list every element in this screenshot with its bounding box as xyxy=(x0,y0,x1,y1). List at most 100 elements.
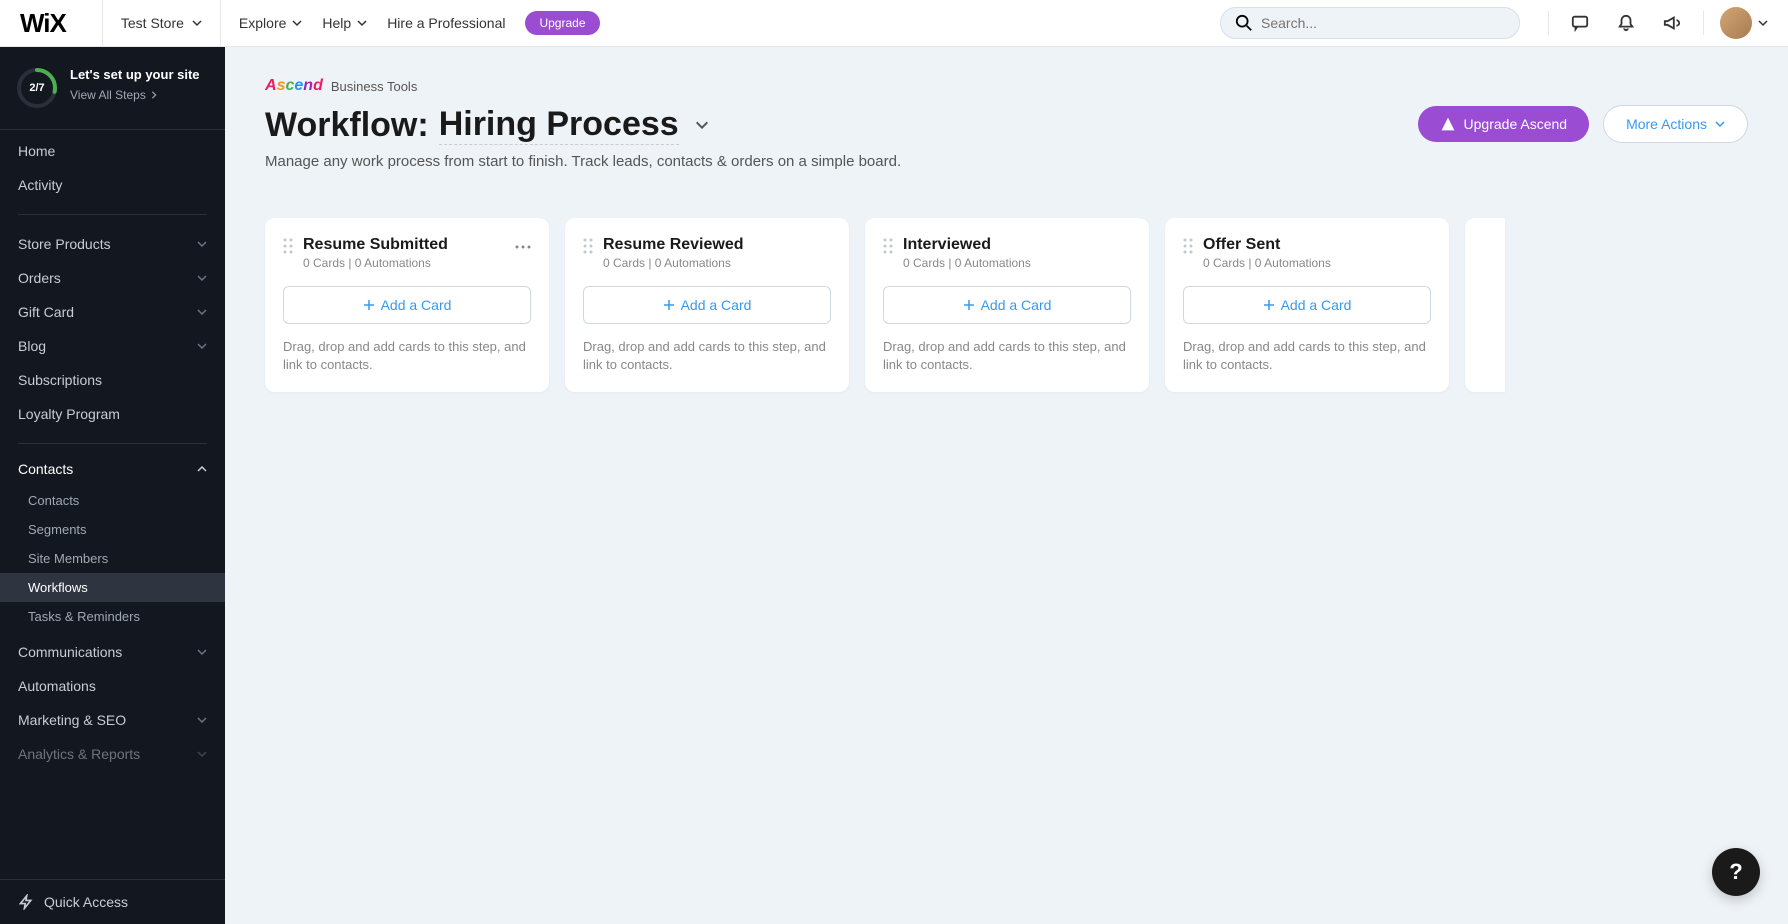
nav-label: Store Products xyxy=(18,236,111,252)
nav-label: Segments xyxy=(28,522,87,537)
sidebar-item-segments[interactable]: Segments xyxy=(0,515,225,544)
page-title-wrap[interactable]: Workflow: Hiring Process xyxy=(265,105,709,145)
drag-handle-icon[interactable] xyxy=(583,238,593,259)
column-resume-submitted: Resume Submitted 0 Cards | 0 Automations… xyxy=(265,218,549,392)
plus-icon xyxy=(363,299,375,311)
drag-handle-icon[interactable] xyxy=(1183,238,1193,259)
sidebar-item-marketing-seo[interactable]: Marketing & SEO xyxy=(0,703,225,737)
help-menu[interactable]: Help xyxy=(322,15,367,31)
nav-label: Communications xyxy=(18,644,122,660)
add-card-button[interactable]: Add a Card xyxy=(1183,286,1431,324)
sidebar-item-loyalty-program[interactable]: Loyalty Program xyxy=(0,397,225,431)
explore-label: Explore xyxy=(239,15,286,31)
chevron-down-icon[interactable] xyxy=(695,121,709,129)
nav-label: Subscriptions xyxy=(18,372,102,388)
add-card-label: Add a Card xyxy=(981,297,1052,313)
sidebar-item-activity[interactable]: Activity xyxy=(0,168,225,202)
quick-access[interactable]: Quick Access xyxy=(0,879,225,924)
column-hint: Drag, drop and add cards to this step, a… xyxy=(583,338,831,374)
chevron-down-icon xyxy=(197,275,207,281)
sidebar-item-analytics-reports[interactable]: Analytics & Reports xyxy=(0,737,225,771)
sidebar-item-tasks-reminders[interactable]: Tasks & Reminders xyxy=(0,602,225,631)
more-label: More Actions xyxy=(1626,116,1707,132)
nav-label: Marketing & SEO xyxy=(18,712,126,728)
chevron-down-icon xyxy=(197,309,207,315)
view-steps-label: View All Steps xyxy=(70,88,146,102)
nav-label: Orders xyxy=(18,270,61,286)
sidebar-item-contacts[interactable]: Contacts xyxy=(0,486,225,515)
sidebar-item-communications[interactable]: Communications xyxy=(0,635,225,669)
chevron-up-icon xyxy=(197,466,207,472)
bell-icon[interactable] xyxy=(1615,12,1637,34)
sidebar-item-store-products[interactable]: Store Products xyxy=(0,227,225,261)
workflow-name[interactable]: Hiring Process xyxy=(439,105,679,145)
sidebar-item-subscriptions[interactable]: Subscriptions xyxy=(0,363,225,397)
board-scroll[interactable]: Resume Submitted 0 Cards | 0 Automations… xyxy=(225,218,1788,924)
setup-block[interactable]: 2/7 Let's set up your site View All Step… xyxy=(0,47,225,130)
hire-link[interactable]: Hire a Professional xyxy=(387,15,505,31)
avatar[interactable] xyxy=(1720,7,1752,39)
sidebar: 2/7 Let's set up your site View All Step… xyxy=(0,47,225,924)
sidebar-item-automations[interactable]: Automations xyxy=(0,669,225,703)
nav-label: Automations xyxy=(18,678,96,694)
search-box[interactable] xyxy=(1220,7,1520,39)
sidebar-item-home[interactable]: Home xyxy=(0,134,225,168)
plus-icon xyxy=(1263,299,1275,311)
breadcrumb[interactable]: Ascend Business Tools xyxy=(265,77,1748,95)
plus-icon xyxy=(663,299,675,311)
column-offer-sent: Offer Sent 0 Cards | 0 Automations Add a… xyxy=(1165,218,1449,392)
add-card-label: Add a Card xyxy=(381,297,452,313)
search-input[interactable] xyxy=(1261,15,1505,31)
drag-handle-icon[interactable] xyxy=(283,238,293,259)
sidebar-item-orders[interactable]: Orders xyxy=(0,261,225,295)
explore-menu[interactable]: Explore xyxy=(239,15,302,31)
column-title: Resume Submitted xyxy=(303,236,505,254)
view-all-steps[interactable]: View All Steps xyxy=(70,88,200,102)
column-meta: 0 Cards | 0 Automations xyxy=(603,256,831,270)
chevron-right-icon xyxy=(150,91,158,99)
nav-label: Workflows xyxy=(28,580,88,595)
page-title-prefix: Workflow: xyxy=(265,106,429,145)
column-menu-icon[interactable] xyxy=(515,236,531,254)
add-card-label: Add a Card xyxy=(681,297,752,313)
quick-access-label: Quick Access xyxy=(44,894,128,910)
divider xyxy=(220,0,221,47)
nav-label: Activity xyxy=(18,177,62,193)
chevron-down-icon xyxy=(1715,121,1725,127)
column-peek xyxy=(1465,218,1505,392)
chevron-down-icon[interactable] xyxy=(1758,18,1768,28)
topbar: WiX Test Store Explore Help Hire a Profe… xyxy=(0,0,1788,47)
sidebar-item-contacts[interactable]: Contacts xyxy=(0,452,225,486)
site-name: Test Store xyxy=(121,15,184,31)
wix-logo[interactable]: WiX xyxy=(20,8,66,39)
column-meta: 0 Cards | 0 Automations xyxy=(903,256,1131,270)
site-selector[interactable]: Test Store xyxy=(121,15,202,31)
ascend-icon xyxy=(1440,116,1456,132)
sidebar-item-gift-card[interactable]: Gift Card xyxy=(0,295,225,329)
upgrade-pill[interactable]: Upgrade xyxy=(525,11,599,35)
column-hint: Drag, drop and add cards to this step, a… xyxy=(1183,338,1431,374)
upgrade-label: Upgrade Ascend xyxy=(1464,116,1568,132)
chevron-down-icon xyxy=(197,241,207,247)
nav-label: Loyalty Program xyxy=(18,406,120,422)
help-fab[interactable]: ? xyxy=(1712,848,1760,896)
more-actions-button[interactable]: More Actions xyxy=(1603,105,1748,143)
divider xyxy=(1703,11,1704,35)
megaphone-icon[interactable] xyxy=(1661,12,1683,34)
nav-label: Blog xyxy=(18,338,46,354)
drag-handle-icon[interactable] xyxy=(883,238,893,259)
sidebar-item-blog[interactable]: Blog xyxy=(0,329,225,363)
add-card-button[interactable]: Add a Card xyxy=(283,286,531,324)
column-hint: Drag, drop and add cards to this step, a… xyxy=(283,338,531,374)
chevron-down-icon xyxy=(197,751,207,757)
sidebar-item-workflows[interactable]: Workflows xyxy=(0,573,225,602)
column-resume-reviewed: Resume Reviewed 0 Cards | 0 Automations … xyxy=(565,218,849,392)
sidebar-item-site-members[interactable]: Site Members xyxy=(0,544,225,573)
nav-label: Site Members xyxy=(28,551,108,566)
add-card-button[interactable]: Add a Card xyxy=(883,286,1131,324)
breadcrumb-suffix: Business Tools xyxy=(331,79,417,94)
progress-text: 2/7 xyxy=(29,82,44,94)
upgrade-ascend-button[interactable]: Upgrade Ascend xyxy=(1418,106,1590,142)
add-card-button[interactable]: Add a Card xyxy=(583,286,831,324)
chat-icon[interactable] xyxy=(1569,12,1591,34)
